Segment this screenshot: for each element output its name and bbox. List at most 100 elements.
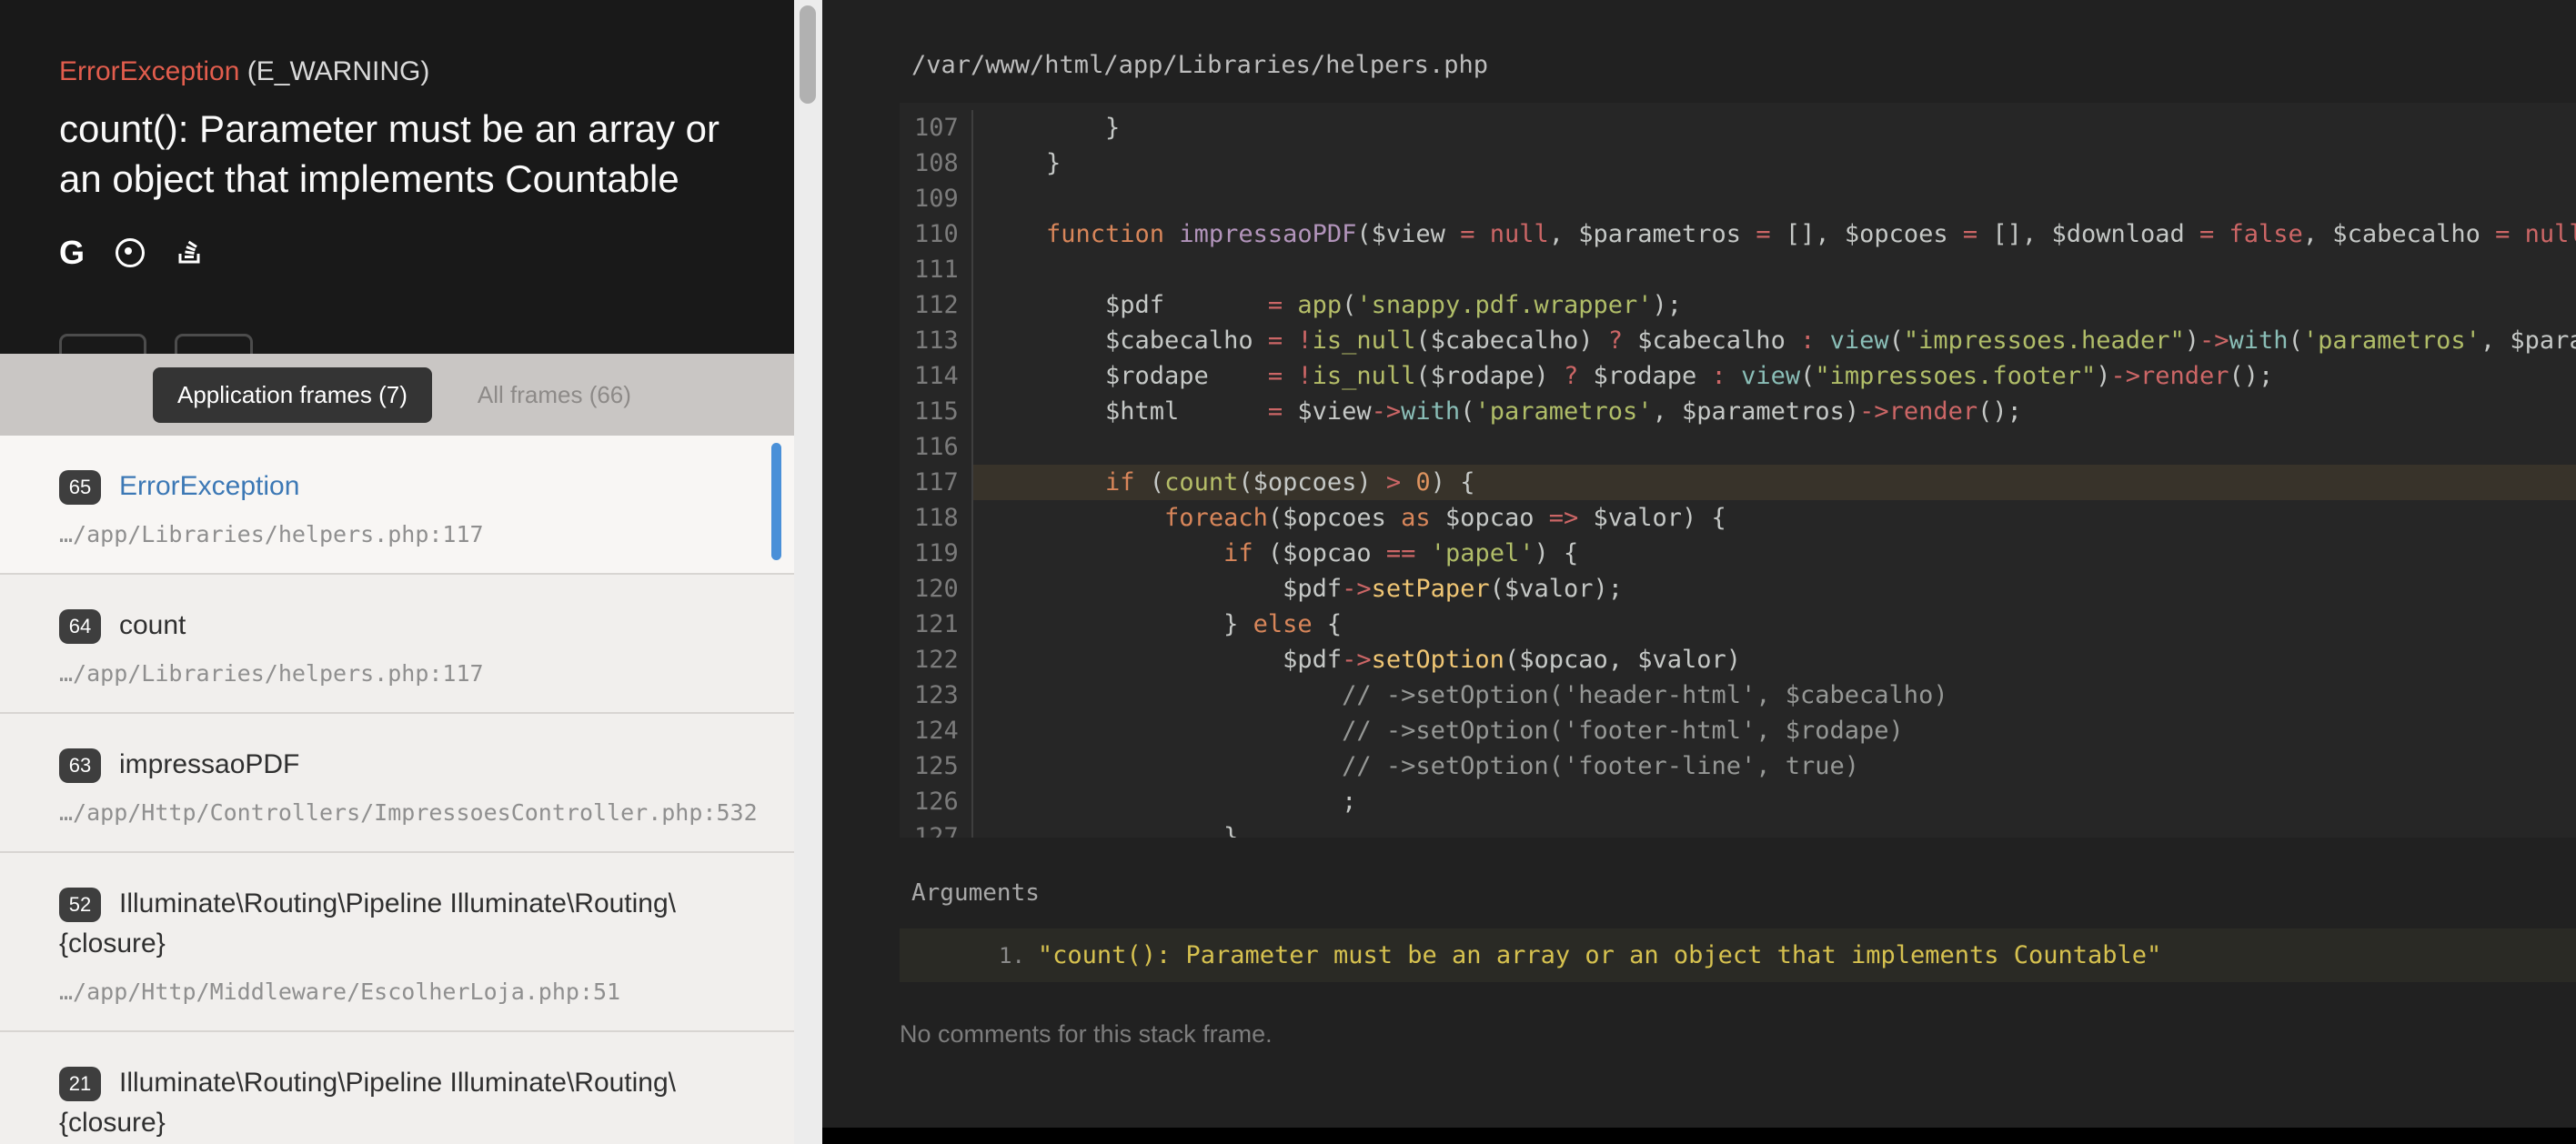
line-number: 120 (900, 571, 973, 607)
line-number: 126 (900, 784, 973, 819)
line-number: 125 (900, 748, 973, 784)
comments-note: No comments for this stack frame. (900, 1020, 2576, 1049)
header-action-button[interactable] (175, 334, 253, 354)
line-number: 113 (900, 323, 973, 358)
frame-index-badge: 21 (59, 1067, 101, 1101)
argument-index: 1. (999, 943, 1025, 968)
argument-value: "count(): Parameter must be an array or … (1038, 941, 2161, 969)
line-number: 119 (900, 536, 973, 571)
argument-item: 1. "count(): Parameter must be an array o… (900, 928, 2576, 982)
code-line: 113 $cabecalho = !is_null($cabecalho) ? … (900, 323, 2576, 358)
frame-item[interactable]: 63 impressaoPDF …/app/Http/Controllers/Imp… (0, 714, 794, 853)
line-number: 114 (900, 358, 973, 394)
stackoverflow-icon[interactable] (176, 235, 205, 270)
line-number: 117 (900, 465, 973, 500)
code-line-content: } else { (973, 607, 2576, 642)
line-number: 118 (900, 500, 973, 536)
code-line: 109 (900, 181, 2576, 216)
tab-all-frames[interactable]: All frames (66) (478, 381, 631, 409)
exception-panel: ErrorException (E_WARNING) count(): Para… (0, 0, 794, 1144)
vertical-scrollbar[interactable] (794, 0, 822, 1144)
frame-name: count (119, 610, 186, 640)
code-panel: /var/www/html/app/Libraries/helpers.php … (822, 0, 2576, 1144)
code-line: 110function impressaoPDF($view = null, $… (900, 216, 2576, 252)
line-number: 123 (900, 677, 973, 713)
frames-tabs-bar: Application frames (7) All frames (66) (0, 354, 794, 436)
line-number: 124 (900, 713, 973, 748)
code-viewer[interactable]: 107 }108}109110function impressaoPDF($vi… (900, 103, 2576, 838)
code-line-content (973, 181, 2576, 216)
frame-index-badge: 64 (59, 609, 101, 644)
line-number: 115 (900, 394, 973, 429)
code-line: 122 $pdf->setOption($opcao, $valor) (900, 642, 2576, 677)
code-line-content: } (973, 819, 2576, 838)
line-number: 109 (900, 181, 973, 216)
code-line: 120 $pdf->setPaper($valor); (900, 571, 2576, 607)
code-line: 127 } (900, 819, 2576, 838)
frame-index-badge: 65 (59, 470, 101, 505)
line-number: 127 (900, 819, 973, 838)
code-line-content: $html = $view->with('parametros', $param… (973, 394, 2576, 429)
code-line-content: $cabecalho = !is_null($cabecalho) ? $cab… (973, 323, 2576, 358)
code-line-content: $rodape = !is_null($rodape) ? $rodape : … (973, 358, 2576, 394)
code-line: 115 $html = $view->with('parametros', $p… (900, 394, 2576, 429)
code-line: 118 foreach($opcoes as $opcao => $valor)… (900, 500, 2576, 536)
code-line: 119 if ($opcao == 'papel') { (900, 536, 2576, 571)
header-action-button[interactable] (59, 334, 146, 354)
frame-path: …/app/Http/Controllers/ImpressoesControl… (59, 799, 721, 826)
frame-name: Illuminate\Routing\Pipeline Illuminate\R… (59, 888, 676, 958)
tab-application-frames[interactable]: Application frames (7) (153, 367, 432, 423)
frame-head: 64 count (59, 606, 721, 646)
frame-head: 52Illuminate\Routing\Pipeline Illuminate… (59, 884, 721, 964)
exception-class-line: ErrorException (E_WARNING) (59, 56, 740, 87)
code-line-content: $pdf->setOption($opcao, $valor) (973, 642, 2576, 677)
code-line-content: ; (973, 784, 2576, 819)
frame-item[interactable]: 21Illuminate\Routing\Pipeline Illuminate… (0, 1032, 794, 1144)
exception-header: ErrorException (E_WARNING) count(): Para… (0, 0, 794, 354)
frame-head: 21Illuminate\Routing\Pipeline Illuminate… (59, 1063, 721, 1143)
frame-item[interactable]: 52Illuminate\Routing\Pipeline Illuminate… (0, 853, 794, 1032)
frame-index-badge: 52 (59, 888, 101, 922)
arguments-title: Arguments (911, 879, 2576, 907)
frame-path: …/app/Http/Middleware/EscolherLoja.php:5… (59, 978, 721, 1005)
code-line: 126 ; (900, 784, 2576, 819)
file-path: /var/www/html/app/Libraries/helpers.php (911, 51, 2576, 79)
code-line: 108} (900, 146, 2576, 181)
frame-name: Illuminate\Routing\Pipeline Illuminate\R… (59, 1068, 676, 1138)
line-number: 108 (900, 146, 973, 181)
code-line: 107 } (900, 110, 2576, 146)
frame-head: 65 ErrorException (59, 467, 721, 507)
frame-item[interactable]: 64 count …/app/Libraries/helpers.php:117 (0, 575, 794, 714)
frame-item[interactable]: 65 ErrorException …/app/Libraries/helpers.… (0, 436, 794, 575)
scrollbar-thumb[interactable] (800, 5, 816, 104)
frame-name: impressaoPDF (119, 749, 299, 779)
line-number: 121 (900, 607, 973, 642)
line-number: 111 (900, 252, 973, 287)
code-line-content: $pdf = app('snappy.pdf.wrapper'); (973, 287, 2576, 323)
line-number: 116 (900, 429, 973, 465)
stack-frames-list: 65 ErrorException …/app/Libraries/helpers.… (0, 436, 794, 1144)
arguments-list: 1. "count(): Parameter must be an array o… (822, 928, 2576, 982)
google-icon[interactable]: G (59, 236, 85, 269)
code-line-content: $pdf->setPaper($valor); (973, 571, 2576, 607)
frame-path: …/app/Libraries/helpers.php:117 (59, 521, 721, 547)
code-line: 124 // ->setOption('footer-html', $rodap… (900, 713, 2576, 748)
code-line-content: if ($opcao == 'papel') { (973, 536, 2576, 571)
globe-icon[interactable] (116, 238, 145, 267)
code-line-content: function impressaoPDF($view = null, $par… (973, 216, 2576, 252)
search-links-row: G (59, 235, 740, 270)
frame-path: …/app/Libraries/helpers.php:117 (59, 660, 721, 687)
code-line: 116 (900, 429, 2576, 465)
frame-head: 63 impressaoPDF (59, 745, 721, 785)
frame-name: ErrorException (119, 471, 299, 501)
exception-message: count(): Parameter must be an array or a… (59, 104, 769, 204)
line-number: 110 (900, 216, 973, 252)
code-line: 112 $pdf = app('snappy.pdf.wrapper'); (900, 287, 2576, 323)
code-line-content (973, 429, 2576, 465)
code-line-content: foreach($opcoes as $opcao => $valor) { (973, 500, 2576, 536)
frames-scrollbar-thumb[interactable] (771, 443, 781, 560)
code-line: 121 } else { (900, 607, 2576, 642)
code-line-content: // ->setOption('header-html', $cabecalho… (973, 677, 2576, 713)
frame-index-badge: 63 (59, 748, 101, 783)
code-line: 114 $rodape = !is_null($rodape) ? $rodap… (900, 358, 2576, 394)
